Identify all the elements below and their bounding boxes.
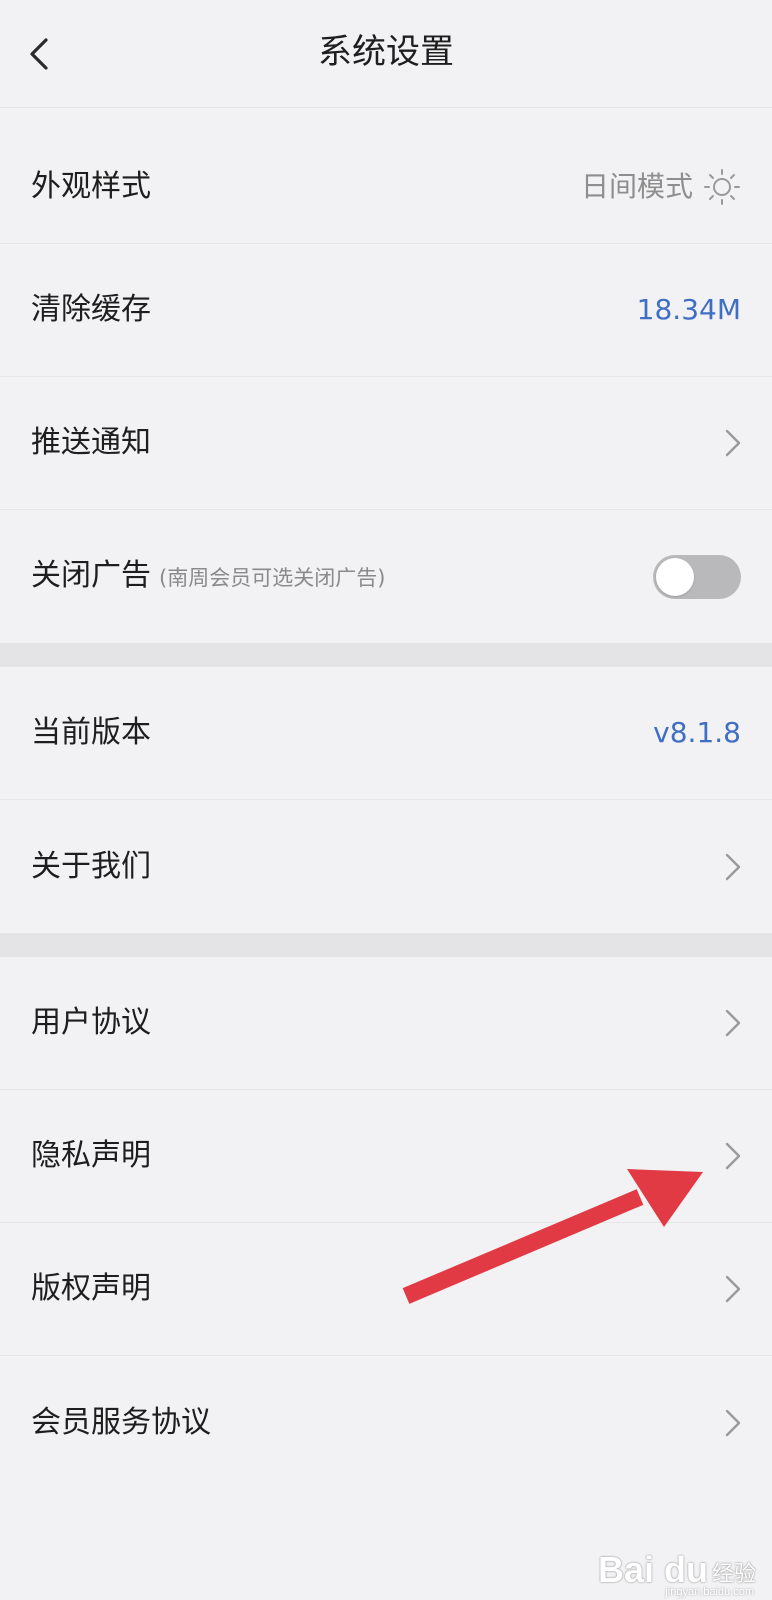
user-agreement-row[interactable]: 用户协议 — [0, 957, 772, 1090]
about-us-label: 关于我们 — [31, 848, 151, 884]
copyright-statement-row[interactable]: 版权声明 — [0, 1223, 772, 1356]
chevron-right-icon — [725, 429, 741, 457]
close-ads-note: (南周会员可选关闭广告) — [159, 565, 386, 590]
appearance-label: 外观样式 — [31, 168, 151, 204]
chevron-right-icon — [725, 853, 741, 880]
user-agreement-label: 用户协议 — [31, 1005, 151, 1040]
push-notification-row[interactable]: 推送通知 — [0, 377, 772, 510]
clear-cache-label: 清除缓存 — [31, 292, 151, 327]
version-value: v8.1.8 — [653, 716, 741, 749]
chevron-right-icon — [725, 1142, 741, 1170]
appearance-mode-text: 日间模式 — [580, 169, 693, 203]
toggle-knob — [656, 557, 694, 596]
clear-cache-row[interactable]: 清除缓存 18.34M — [0, 244, 772, 377]
appearance-value: 日间模式 — [581, 167, 741, 207]
sun-icon — [704, 168, 740, 205]
privacy-statement-row[interactable]: 隐私声明 — [0, 1090, 772, 1223]
section-divider — [0, 933, 772, 957]
baidu-watermark: Bai du 经验 — [598, 1550, 756, 1590]
chevron-right-icon — [725, 1009, 741, 1037]
appearance-row[interactable]: 外观样式 日间模式 — [0, 130, 772, 244]
current-version-row[interactable]: 当前版本 v8.1.8 — [0, 667, 772, 800]
member-service-agreement-row[interactable]: 会员服务协议 — [0, 1356, 772, 1489]
watermark-url: jingyan.baidu.com — [665, 1586, 754, 1598]
member-service-agreement-label: 会员服务协议 — [31, 1404, 211, 1440]
close-ads-text: 关闭广告 — [31, 557, 151, 593]
close-ads-row: 关闭广告 (南周会员可选关闭广告) — [0, 510, 772, 643]
chevron-right-icon — [725, 1275, 741, 1303]
top-bar: 系统设置 — [0, 0, 772, 108]
push-notification-label: 推送通知 — [31, 425, 151, 460]
privacy-statement-label: 隐私声明 — [31, 1138, 151, 1173]
current-version-label: 当前版本 — [31, 715, 151, 750]
page-title: 系统设置 — [318, 32, 454, 72]
cache-size-value: 18.34M — [636, 293, 741, 326]
copyright-statement-label: 版权声明 — [31, 1271, 151, 1306]
about-us-row[interactable]: 关于我们 — [0, 800, 772, 933]
section-divider — [0, 643, 772, 667]
watermark-logo: Bai du — [597, 1549, 708, 1590]
close-ads-toggle[interactable] — [653, 554, 741, 599]
close-ads-label: 关闭广告 (南周会员可选关闭广告) — [31, 556, 385, 598]
chevron-right-icon — [725, 1409, 741, 1436]
